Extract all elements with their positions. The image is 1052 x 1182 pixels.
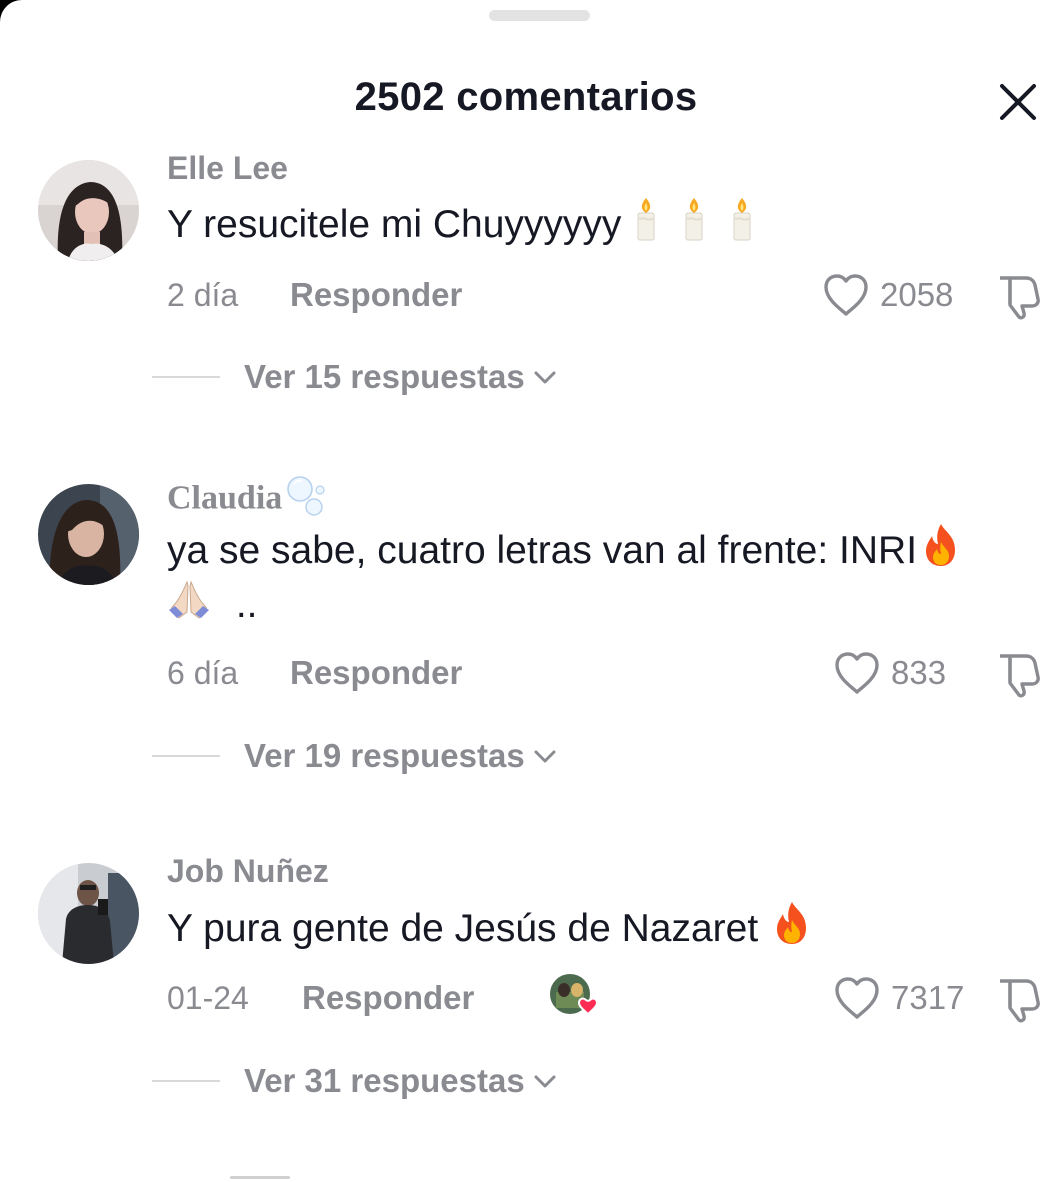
comment-text-content: ya se sabe, cuatro letras van al frente:… [167, 528, 918, 572]
like-count: 833 [891, 654, 947, 691]
dislike-button[interactable] [994, 975, 1044, 1023]
comment-text-content: Y resucitele mi Chuyyyyyy [167, 202, 622, 246]
heart-outline-icon [835, 977, 879, 1019]
comment-username[interactable]: Elle Lee [167, 150, 288, 187]
comment-username[interactable]: Job Nuñez [167, 853, 329, 890]
view-replies-label: Ver 19 respuestas [244, 737, 525, 774]
creator-liked-badge [548, 972, 599, 1022]
avatar[interactable] [38, 484, 139, 585]
comment-text-content: Y pura gente de Jesús de Nazaret [167, 906, 759, 950]
reply-button[interactable]: Responder [302, 979, 474, 1017]
avatar[interactable] [38, 160, 139, 261]
like-count: 2058 [880, 276, 954, 313]
folded-hands-emoji-icon [167, 578, 211, 635]
view-replies-button[interactable]: Ver 15 respuestas [152, 358, 557, 396]
comment-time: 01-24 [167, 980, 249, 1016]
bubbles-emoji-icon [284, 474, 326, 527]
heart-outline-icon [835, 652, 879, 694]
like-button[interactable]: 7317 [833, 975, 964, 1021]
comment-text-trailing: .. [235, 583, 258, 626]
comment-text: ya se sabe, cuatro letras van al frente:… [167, 522, 963, 583]
thumbs-down-icon [1000, 276, 1040, 320]
candle-emoji-icon [727, 196, 757, 257]
next-comment-peek [230, 1176, 290, 1179]
like-button[interactable]: 2058 [822, 272, 953, 318]
dislike-button[interactable] [994, 650, 1044, 698]
fire-emoji-icon [919, 522, 963, 583]
dislike-button[interactable] [994, 272, 1044, 320]
close-icon [1000, 84, 1036, 120]
close-button[interactable] [996, 80, 1040, 124]
comment-username[interactable]: Claudia [167, 474, 326, 527]
view-replies-label: Ver 15 respuestas [244, 358, 525, 395]
fire-emoji-icon [770, 900, 814, 961]
avatar[interactable] [38, 863, 139, 964]
comment-text: Y resucitele mi Chuyyyyyy [167, 196, 757, 257]
like-button[interactable]: 833 [833, 650, 946, 696]
replies-divider [152, 376, 220, 378]
chevron-down-icon [534, 371, 556, 384]
thumbs-down-icon [1000, 654, 1040, 698]
username-text: Claudia [167, 479, 283, 517]
chevron-down-icon [534, 750, 556, 763]
reply-button[interactable]: Responder [290, 654, 462, 692]
view-replies-button[interactable]: Ver 31 respuestas [152, 1062, 557, 1100]
heart-outline-icon [824, 274, 868, 316]
candle-emoji-icon [679, 196, 709, 257]
comment-time: 6 día [167, 655, 239, 691]
comment-time: 2 día [167, 277, 239, 313]
view-replies-button[interactable]: Ver 19 respuestas [152, 737, 557, 775]
comment-text: Y pura gente de Jesús de Nazaret [167, 900, 814, 961]
reply-button[interactable]: Responder [290, 276, 462, 314]
thumbs-down-icon [1000, 979, 1040, 1023]
chevron-down-icon [534, 1075, 556, 1088]
drag-handle[interactable] [489, 10, 590, 21]
candle-emoji-icon [631, 196, 661, 257]
replies-divider [152, 755, 220, 757]
comment-text-line2: .. [167, 578, 258, 635]
view-replies-label: Ver 31 respuestas [244, 1062, 525, 1099]
comments-sheet: 2502 comentarios Elle Lee Y resucitele m… [0, 0, 1052, 1182]
replies-divider [152, 1080, 220, 1082]
comments-count-title: 2502 comentarios [354, 75, 698, 119]
like-count: 7317 [891, 979, 965, 1016]
